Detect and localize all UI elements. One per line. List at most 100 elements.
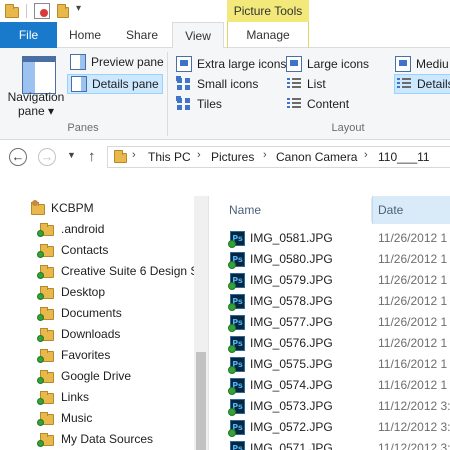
file-row[interactable]: Ps IMG_0573.JPG 11/12/2012 3:	[209, 396, 450, 417]
file-row[interactable]: Ps IMG_0574.JPG 11/16/2012 1	[209, 375, 450, 396]
tree-item-label: .android	[61, 222, 105, 236]
breadcrumb-separator-icon[interactable]: ›	[132, 149, 136, 161]
file-name: IMG_0572.JPG	[250, 420, 333, 434]
address-bar[interactable]: › This PC › Pictures › Canon Camera › 11…	[107, 146, 450, 168]
tree-item[interactable]: My Data Sources	[0, 429, 196, 450]
file-row[interactable]: Ps IMG_0580.JPG 11/26/2012 1	[209, 249, 450, 270]
tab-manage[interactable]: Manage	[230, 22, 306, 48]
tab-file[interactable]: File	[0, 22, 57, 48]
file-name: IMG_0577.JPG	[250, 315, 333, 329]
layout-group-label: Layout	[331, 122, 365, 134]
list-label: List	[307, 77, 326, 91]
tree-item-label: Music	[61, 411, 93, 425]
tree-item[interactable]: Desktop	[0, 282, 196, 303]
google-drive-icon	[37, 369, 55, 384]
file-date: 11/16/2012 1	[378, 357, 448, 371]
tree-item[interactable]: Contacts	[0, 240, 196, 261]
back-button[interactable]: ←	[9, 148, 27, 166]
tree-item[interactable]: Creative Suite 6 Design St	[0, 261, 196, 282]
photoshop-file-icon: Ps	[228, 378, 245, 395]
tree-item[interactable]: Google Drive	[0, 366, 196, 387]
column-separator[interactable]	[371, 198, 372, 222]
file-list: Name Date Ps IMG_0581.JPG 11/26/2012 1 Ps IM…	[209, 196, 450, 450]
tree-scrollbar-thumb[interactable]	[196, 352, 206, 450]
navigation-bar: ← → ▼ ↑ › This PC › Pictures › Canon Cam…	[0, 140, 450, 174]
desktop-icon	[37, 285, 55, 300]
photoshop-file-icon: Ps	[228, 336, 245, 353]
tiles-button[interactable]: Tiles	[176, 95, 222, 113]
file-row[interactable]: Ps IMG_0579.JPG 11/26/2012 1	[209, 270, 450, 291]
file-row[interactable]: Ps IMG_0575.JPG 11/16/2012 1	[209, 354, 450, 375]
music-icon	[37, 411, 55, 426]
tree-item[interactable]: Documents	[0, 303, 196, 324]
file-name: IMG_0571.JPG	[250, 441, 333, 450]
file-row[interactable]: Ps IMG_0576.JPG 11/26/2012 1	[209, 333, 450, 354]
photoshop-file-icon: Ps	[228, 357, 245, 374]
breadcrumb-current-folder[interactable]: 110___11	[378, 150, 430, 164]
tree-item[interactable]: Favorites	[0, 345, 196, 366]
new-folder-icon[interactable]	[57, 4, 69, 18]
tree-item[interactable]: Downloads	[0, 324, 196, 345]
navigation-tree: KCBPM .android Contacts Creative Suite 6 D…	[0, 196, 196, 450]
breadcrumb-canon-camera[interactable]: Canon Camera	[276, 150, 357, 164]
photoshop-file-icon: Ps	[228, 252, 245, 269]
photoshop-file-icon: Ps	[228, 315, 245, 332]
tree-item[interactable]: .android	[0, 219, 196, 240]
properties-icon[interactable]	[34, 3, 50, 19]
file-row[interactable]: Ps IMG_0577.JPG 11/26/2012 1	[209, 312, 450, 333]
file-date: 11/26/2012 1	[378, 231, 448, 245]
medium-icons-button[interactable]: Mediu	[395, 55, 449, 73]
details-pane-icon	[71, 76, 87, 92]
qat-separator	[26, 4, 27, 18]
tab-view[interactable]: View	[172, 22, 224, 49]
details-pane-button[interactable]: Details pane	[67, 74, 163, 94]
small-icons-label: Small icons	[197, 77, 259, 91]
data-sources-icon	[37, 432, 55, 447]
extra-large-icons-button[interactable]: Extra large icons	[176, 55, 286, 73]
breadcrumb-pictures[interactable]: Pictures	[211, 150, 254, 164]
extra-large-icons-label: Extra large icons	[197, 57, 287, 71]
recent-locations-icon[interactable]: ▼	[67, 150, 76, 160]
file-name: IMG_0576.JPG	[250, 336, 333, 350]
file-date: 11/26/2012 1	[378, 294, 448, 308]
large-icons-button[interactable]: Large icons	[286, 55, 369, 73]
tree-item[interactable]: Music	[0, 408, 196, 429]
navigation-pane-button[interactable]: Navigation pane ▾	[4, 48, 68, 124]
column-header-name[interactable]: Name	[229, 196, 261, 224]
tree-item-label: Downloads	[61, 327, 121, 341]
up-arrow-icon[interactable]: ↑	[88, 148, 96, 165]
file-date: 11/26/2012 1	[378, 252, 448, 266]
file-row[interactable]: Ps IMG_0572.JPG 11/12/2012 3:	[209, 417, 450, 438]
breadcrumb-separator-icon[interactable]: ›	[364, 149, 368, 161]
ribbon-group-separator	[167, 52, 168, 136]
file-name: IMG_0575.JPG	[250, 357, 333, 371]
large-icons-label: Large icons	[307, 57, 370, 71]
column-header-date[interactable]: Date	[378, 196, 403, 224]
tab-share[interactable]: Share	[114, 22, 170, 48]
tree-item[interactable]: Links	[0, 387, 196, 408]
tree-item-root[interactable]: KCBPM	[0, 198, 196, 219]
file-row[interactable]: Ps IMG_0581.JPG 11/26/2012 1	[209, 228, 450, 249]
breadcrumb-separator-icon[interactable]: ›	[197, 149, 201, 161]
breadcrumb-separator-icon[interactable]: ›	[263, 149, 267, 161]
user-folder-icon	[30, 200, 46, 215]
small-icons-button[interactable]: Small icons	[176, 75, 258, 93]
forward-arrow-icon: →	[40, 149, 54, 164]
customize-qat-icon[interactable]: ▾	[76, 3, 81, 14]
navigation-pane-label: Navigation	[7, 90, 65, 104]
forward-button[interactable]: →	[38, 148, 56, 166]
file-row[interactable]: Ps IMG_0571.JPG 11/12/2012 3:	[209, 438, 450, 450]
contextual-tab-header: Picture Tools	[227, 0, 309, 22]
breadcrumb-this-pc[interactable]: This PC	[148, 150, 191, 164]
details-button[interactable]: Details	[394, 74, 450, 94]
links-icon	[37, 390, 55, 405]
details-pane-label: Details pane	[92, 77, 159, 91]
content-button[interactable]: Content	[286, 95, 349, 113]
folder-icon	[5, 4, 19, 18]
ribbon-view: Navigation pane ▾ Preview pane Details p…	[0, 48, 450, 140]
tab-home[interactable]: Home	[58, 22, 112, 48]
title-bar: ▾ Picture Tools	[0, 0, 450, 22]
list-button[interactable]: List	[286, 75, 326, 93]
preview-pane-button[interactable]: Preview pane	[68, 53, 166, 71]
file-row[interactable]: Ps IMG_0578.JPG 11/26/2012 1	[209, 291, 450, 312]
